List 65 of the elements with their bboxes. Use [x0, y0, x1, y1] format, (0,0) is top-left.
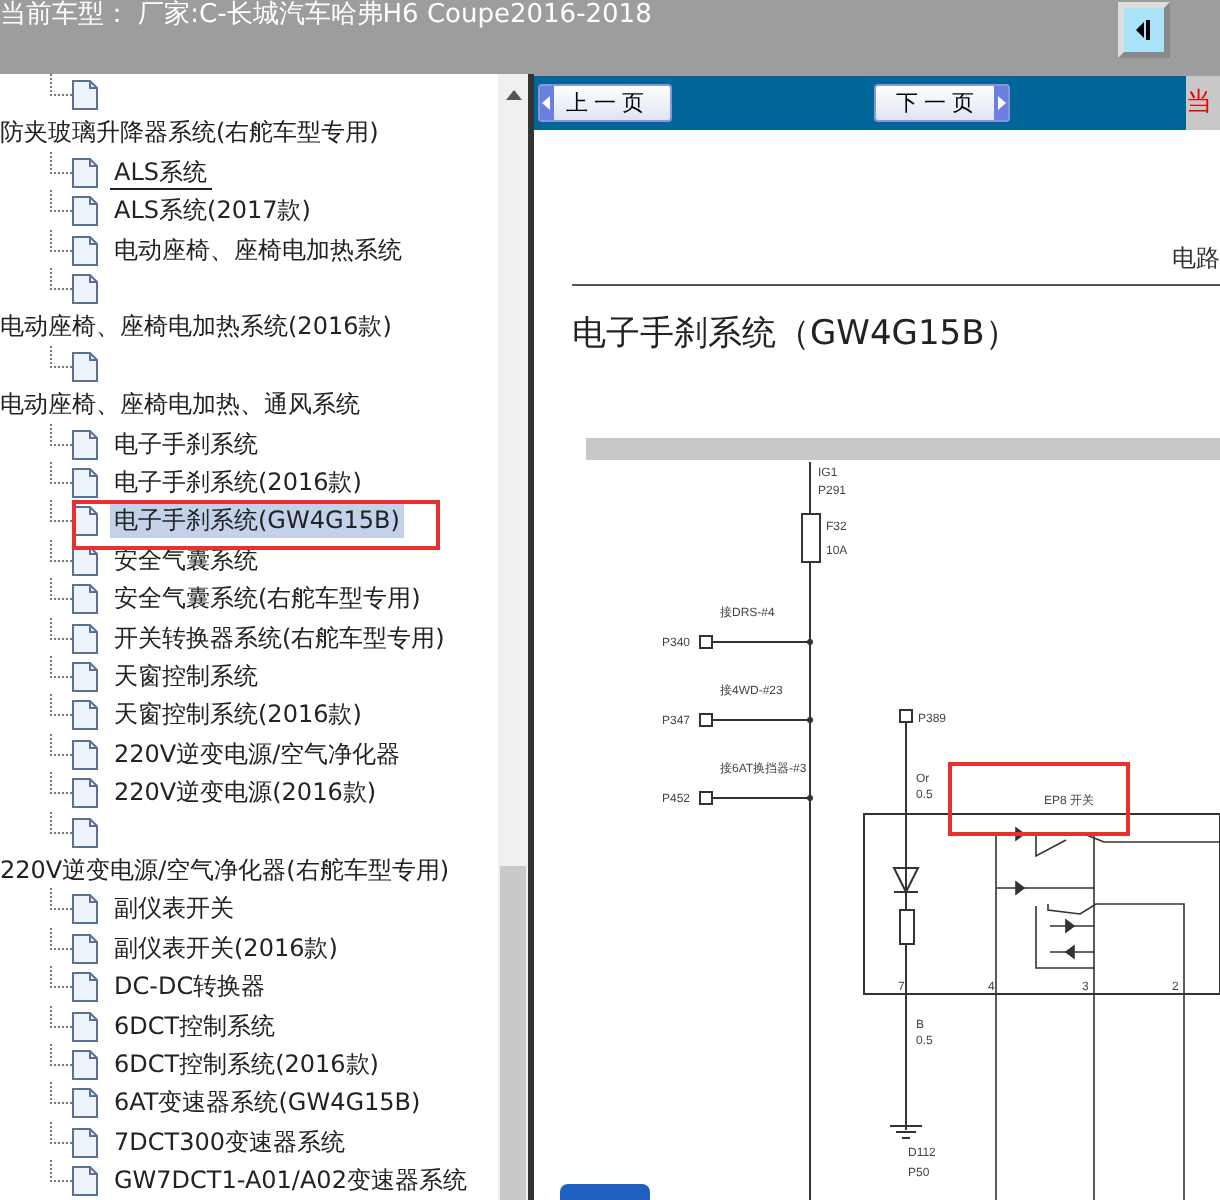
- tree-item[interactable]: 开关转换器系统(右舵车型专用): [110, 621, 449, 656]
- tree-item[interactable]: 天窗控制系统(2016款): [110, 698, 366, 733]
- document-icon: [72, 274, 98, 305]
- document-icon: [72, 623, 98, 654]
- document-icon: [72, 157, 98, 188]
- tree-item[interactable]: 220V逆变电源/空气净化器: [110, 737, 405, 772]
- document-icon: [72, 235, 98, 266]
- tree-item[interactable]: 安全气囊系统(右舵车型专用): [110, 582, 425, 617]
- document-icon: [72, 933, 98, 964]
- tree-item[interactable]: 电子手刹系统: [110, 427, 262, 462]
- document-icon: [72, 739, 98, 770]
- scrollbar[interactable]: [498, 74, 528, 1200]
- tree-item[interactable]: DC-DC转换器: [110, 970, 270, 1005]
- document-icon: [72, 1049, 98, 1080]
- tree-item[interactable]: 220V逆变电源(2016款): [110, 776, 381, 811]
- fuse-symbol: [801, 513, 821, 563]
- document-title: 电子手刹系统（GW4G15B）: [572, 312, 1021, 358]
- led-symbol: [893, 867, 920, 893]
- document-icon: [72, 80, 98, 111]
- tree-item[interactable]: 6DCT控制系统(2016款): [110, 1047, 383, 1082]
- tree-item[interactable]: 电动座椅、座椅电加热系统: [110, 233, 406, 268]
- tree-item[interactable]: GW7DCT1-A01/A02变速器系统: [110, 1164, 471, 1199]
- document-icon: [72, 894, 98, 925]
- document-icon: [72, 778, 98, 809]
- tree-item[interactable]: 7DCT300变速器系统: [110, 1125, 349, 1160]
- tree-item[interactable]: 6DCT控制系统: [110, 1009, 280, 1044]
- document-icon: [72, 700, 98, 731]
- document-icon: [72, 972, 98, 1003]
- document-icon: [72, 468, 98, 499]
- tree-item[interactable]: ALS系统: [110, 155, 212, 190]
- current-label: 当: [1186, 76, 1220, 130]
- tree-item[interactable]: 电子手刹系统(2016款): [110, 466, 366, 501]
- branch-wire: [699, 791, 813, 805]
- document-icon: [72, 1011, 98, 1042]
- document-icon: [72, 1127, 98, 1158]
- document-icon: [72, 429, 98, 460]
- tree-item[interactable]: 天窗控制系统: [110, 660, 262, 695]
- diamond-icon: [1136, 20, 1152, 40]
- document-header: 电路: [1172, 244, 1220, 272]
- tree-item[interactable]: ALS系统(2017款): [110, 194, 315, 229]
- tree-item[interactable]: 副仪表开关(2016款): [110, 931, 342, 966]
- panel-toggle-button[interactable]: [1118, 2, 1170, 58]
- previous-page-button[interactable]: 上 一 页: [538, 84, 672, 122]
- branch-wire: [699, 713, 813, 727]
- scrollbar-thumb[interactable]: [500, 866, 526, 1200]
- document-icon: [72, 817, 98, 848]
- document-icon: [72, 1088, 98, 1119]
- tree-group-label[interactable]: 220V逆变电源/空气净化器(右舵车型专用): [0, 855, 450, 884]
- window-title: 当前车型： 厂家:C-长城汽车哈弗H6 Coupe2016-2018: [0, 0, 652, 30]
- tree-group-label[interactable]: 防夹玻璃升降器系统(右舵车型专用): [0, 118, 379, 147]
- next-page-button[interactable]: 下 一 页: [874, 84, 1010, 122]
- scroll-up-icon[interactable]: [505, 90, 521, 100]
- branch-wire: [699, 635, 813, 649]
- tree-item[interactable]: 电子手刹系统(GW4G15B): [110, 504, 404, 539]
- tree-item[interactable]: 6AT变速器系统(GW4G15B): [110, 1086, 425, 1121]
- document-icon: [72, 351, 98, 382]
- ground-symbol: [889, 1125, 923, 1139]
- document-icon: [72, 662, 98, 693]
- document-icon: [72, 1166, 98, 1197]
- document-icon: [72, 196, 98, 227]
- tree-group-label[interactable]: 电动座椅、座椅电加热系统(2016款): [0, 312, 392, 341]
- document-icon: [72, 584, 98, 615]
- tree-item[interactable]: 副仪表开关: [110, 892, 238, 927]
- tree-group-label[interactable]: 电动座椅、座椅电加热、通风系统: [0, 390, 360, 419]
- resistor-symbol: [899, 909, 915, 945]
